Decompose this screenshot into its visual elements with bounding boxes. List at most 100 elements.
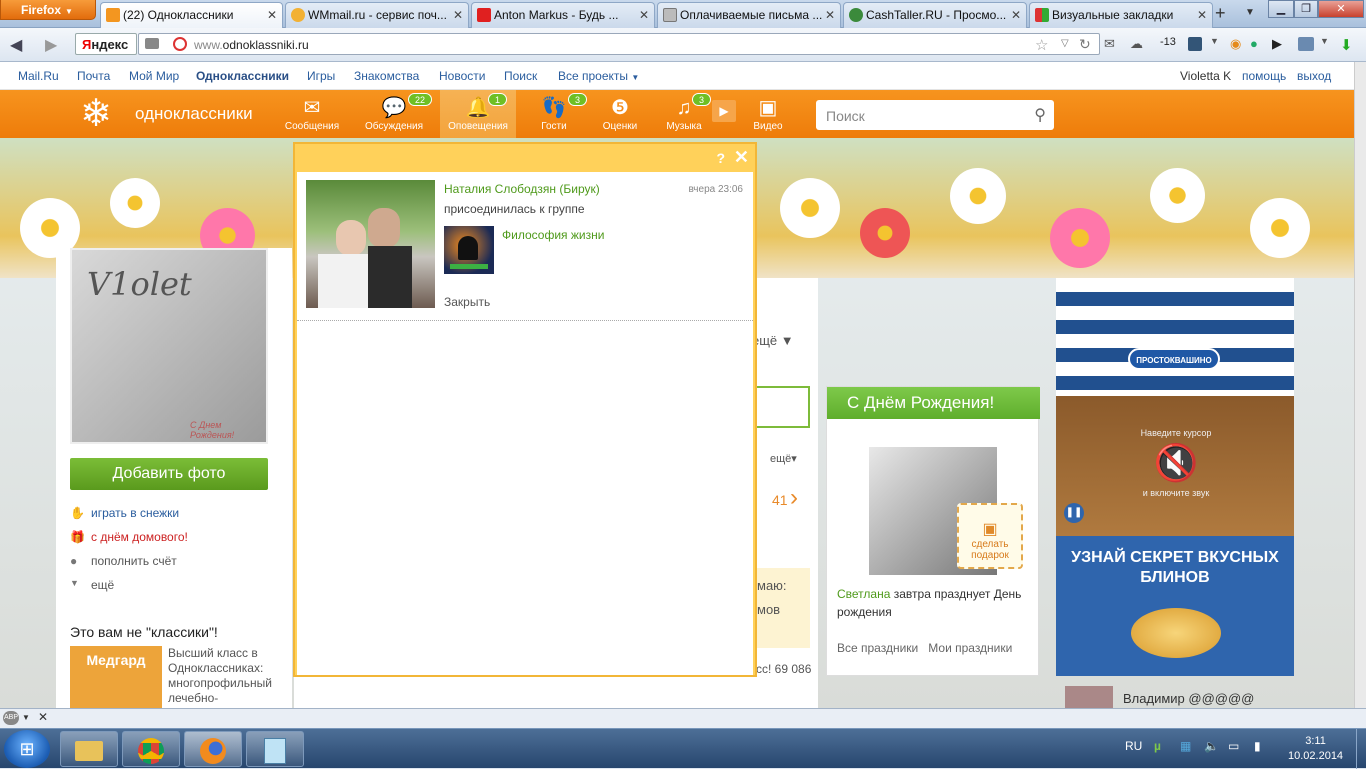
yandex-button[interactable]: Яндекс [75,33,137,55]
nav-guests[interactable]: 👣 Гости 3 [516,90,592,138]
close-tab-icon[interactable]: ✕ [1011,8,1021,22]
promo-text[interactable]: Высший класс в Одноклассниках: многопроф… [168,646,283,706]
site-identity-icon[interactable] [173,37,187,51]
page-info-icon[interactable] [145,38,159,49]
close-icon[interactable]: ✕ [734,147,749,168]
play-icon[interactable]: ▶ [1272,36,1282,52]
nav-link-dating[interactable]: Знакомства [354,69,419,83]
nav-music[interactable]: ♫ Музыка 3 [646,90,722,138]
language-indicator[interactable]: RU [1125,739,1142,753]
nav-link-mail[interactable]: Почта [77,69,110,83]
close-tab-icon[interactable]: ✕ [825,8,835,22]
help-icon[interactable]: ? [716,150,725,166]
user-name[interactable]: Violetta K [1180,69,1231,83]
utorrent-tray-icon[interactable]: µ [1154,739,1161,753]
volume-tray-icon[interactable]: 🔈 [1204,739,1219,753]
signal-tray-icon[interactable]: ▮ [1254,739,1261,753]
close-tab-icon[interactable]: ✕ [267,8,277,22]
show-desktop-button[interactable] [1356,729,1366,769]
adblock-icon[interactable]: ABP [3,711,19,725]
system-clock[interactable]: 3:11 10.02.2014 [1288,734,1343,764]
nav-link-odnoklassniki[interactable]: Одноклассники [196,69,289,83]
browser-tab[interactable]: Визуальные закладки ✕ [1029,2,1213,28]
give-gift-button[interactable]: ▣ сделать подарок [957,503,1023,569]
new-tab-icon[interactable]: + [1215,3,1226,24]
close-tab-icon[interactable]: ✕ [639,8,649,22]
close-window-icon[interactable]: ✕ [1318,0,1364,18]
group-name-link[interactable]: Философия жизни [502,228,604,242]
nav-link-search[interactable]: Поиск [504,69,537,83]
close-tab-icon[interactable]: ✕ [453,8,463,22]
pause-icon[interactable]: ❚❚ [1064,503,1084,523]
chrome-taskbar-icon[interactable] [122,731,180,767]
browser-tab[interactable]: Оплачиваемые письма ... ✕ [657,2,841,28]
menu-top-up[interactable]: ● пополнить счёт [70,554,177,568]
close-tab-icon[interactable]: ✕ [1197,8,1207,22]
my-holidays-link[interactable]: Мои праздники [928,641,1012,655]
notification-user-photo[interactable] [306,180,435,308]
group-image[interactable] [444,226,494,274]
weather-icon[interactable]: ☁ [1130,36,1143,52]
nav-discussions[interactable]: 💬 Обсуждения 22 [356,90,433,138]
forward-icon[interactable]: ▶ [45,35,57,55]
minimize-icon[interactable]: ▁ [1268,0,1294,18]
nav-messages[interactable]: ✉ Сообщения [274,90,350,138]
menu-house-spirit[interactable]: 🎁 с днём домового! [70,530,188,544]
download-icon[interactable]: ⬇ [1340,36,1353,54]
windows-start-icon[interactable]: ⊞ [4,730,50,768]
close-addon-bar-icon[interactable]: ✕ [38,710,48,724]
ok-search-input[interactable]: Поиск ⚲ [816,100,1054,130]
nav-link-games[interactable]: Игры [307,69,335,83]
page-scrollbar[interactable] [1354,62,1366,708]
bookmark-star-icon[interactable]: ☆ [1035,36,1048,54]
dropdown-icon[interactable]: ▼ [1210,36,1219,46]
url-dropdown-icon[interactable]: ▽ [1061,38,1069,49]
dropdown-icon[interactable]: ▼ [1320,36,1329,46]
browser-tab[interactable]: (22) Одноклассники ✕ [100,2,283,28]
menu-more[interactable]: ▼ ещё [70,578,114,592]
nav-link-all-projects[interactable]: Все проекты ▼ [558,69,639,83]
network-tray-icon[interactable]: ▦ [1180,739,1191,753]
snowflake-logo-icon[interactable]: ❄ [70,94,122,136]
firefox-taskbar-icon[interactable] [184,731,242,767]
friend-name[interactable]: Владимир @@@@@ [1123,691,1254,706]
birthday-person-link[interactable]: Светлана [837,587,890,601]
nav-link-mailru[interactable]: Mail.Ru [18,69,59,83]
friend-avatar[interactable] [1065,686,1113,708]
all-holidays-link[interactable]: Все праздники [837,641,918,655]
profile-photo[interactable]: V1olet С Днем Рождения! [70,248,268,444]
more-link[interactable]: ещё ▼ [752,333,794,348]
firefox-menu-button[interactable]: Firefox ▼ [0,0,96,20]
addon-icon[interactable]: ● [1250,36,1258,51]
advertisement-banner[interactable]: ПРОСТОКВАШИНО Наведите курсор 🔇 и включи… [1056,278,1294,676]
browser-tab[interactable]: Anton Markus - Будь ... ✕ [471,2,655,28]
restore-icon[interactable]: ❐ [1294,0,1318,18]
add-photo-button[interactable]: Добавить фото [70,458,268,490]
browser-tab[interactable]: CashTaller.RU - Просмо... ✕ [843,2,1027,28]
more-link[interactable]: ещё▾ [770,452,797,465]
help-link[interactable]: помощь [1242,69,1286,83]
addon-icon[interactable] [1188,37,1202,51]
nav-notifications[interactable]: 🔔 Оповещения 1 [440,90,516,138]
menu-snowballs[interactable]: ✋ играть в снежки [70,506,179,520]
medgard-logo[interactable]: Медгард [70,646,162,708]
nav-video[interactable]: ▣ Видео [730,90,806,138]
notepad-taskbar-icon[interactable] [246,731,304,767]
logout-link[interactable]: выход [1297,69,1331,83]
chevron-right-icon[interactable]: › [790,484,798,512]
back-icon[interactable]: ◀ [10,35,22,55]
notification-user-name[interactable]: Наталия Слободзян (Бирук) [444,182,600,196]
ok-logo-text[interactable]: одноклассники [135,104,253,124]
addon-icon[interactable]: ◉ [1230,36,1241,52]
weather-temperature[interactable]: -13 [1160,36,1176,48]
browser-tab[interactable]: WMmail.ru - сервис поч... ✕ [285,2,469,28]
explorer-taskbar-icon[interactable] [60,731,118,767]
ad-sound-overlay[interactable]: Наведите курсор 🔇 и включите звук [1126,428,1226,508]
dropdown-icon[interactable]: ▼ [22,713,30,722]
close-notification-link[interactable]: Закрыть [444,295,490,309]
mail-icon[interactable]: ✉ [1104,36,1115,52]
nav-link-my-world[interactable]: Мой Мир [129,69,179,83]
search-icon[interactable]: ⚲ [1034,105,1046,125]
device-tray-icon[interactable]: ▭ [1228,739,1239,753]
url-bar[interactable]: www.odnoklassniki.ru ☆ ▽ ↻ [138,33,1100,55]
